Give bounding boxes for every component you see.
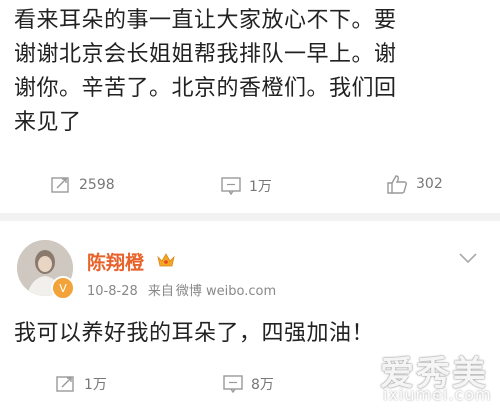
post-line: 谢你。辛苦了。北京的香橙们。我们回 [14,76,397,101]
reply-repost-button[interactable]: 1万 [56,374,107,394]
repost-icon [51,177,69,193]
like-button[interactable]: 302 [386,174,443,194]
like-count: 302 [416,176,443,192]
verified-icon: V [51,276,75,300]
repost-icon [56,376,74,392]
reply-comment-button[interactable]: 8万 [223,374,274,394]
username[interactable]: 陈翔橙 [87,248,144,275]
comment-count: 1万 [249,179,272,195]
reply-comment-count: 8万 [251,377,274,393]
svg-text:V: V [59,282,67,294]
reply-repost-count: 1万 [84,377,107,393]
post-date: 10-8-28 [87,284,138,299]
reply-text: 我可以养好我的耳朵了，四强加油！ [14,321,375,346]
crown-icon [157,253,175,267]
comment-button[interactable]: 1万 [221,176,272,196]
post-line: 看来耳朵的事一直让大家放心不下。要 [14,8,397,33]
watermark-url: ixiumei.com [383,385,492,404]
chevron-down-icon[interactable] [458,252,478,264]
post-line: 谢谢北京会长姐姐帮我排队一早上。谢 [14,42,397,67]
post-line: 来见了 [14,110,82,135]
repost-button[interactable]: 2598 [51,176,115,194]
source-link[interactable]: 微博 weibo.com [176,284,276,299]
comment-icon [221,177,241,195]
section-divider [0,213,500,221]
post-text: 看来耳朵的事一直让大家放心不下。要 谢谢北京会长姐姐帮我排队一早上。谢 谢你。辛… [14,0,484,140]
repost-count: 2598 [79,177,115,193]
post-meta: 10-8-28 来自 微博 weibo.com [87,280,282,299]
source-prefix: 来自 [147,284,174,299]
like-icon [387,175,408,194]
comment-icon [223,375,243,393]
